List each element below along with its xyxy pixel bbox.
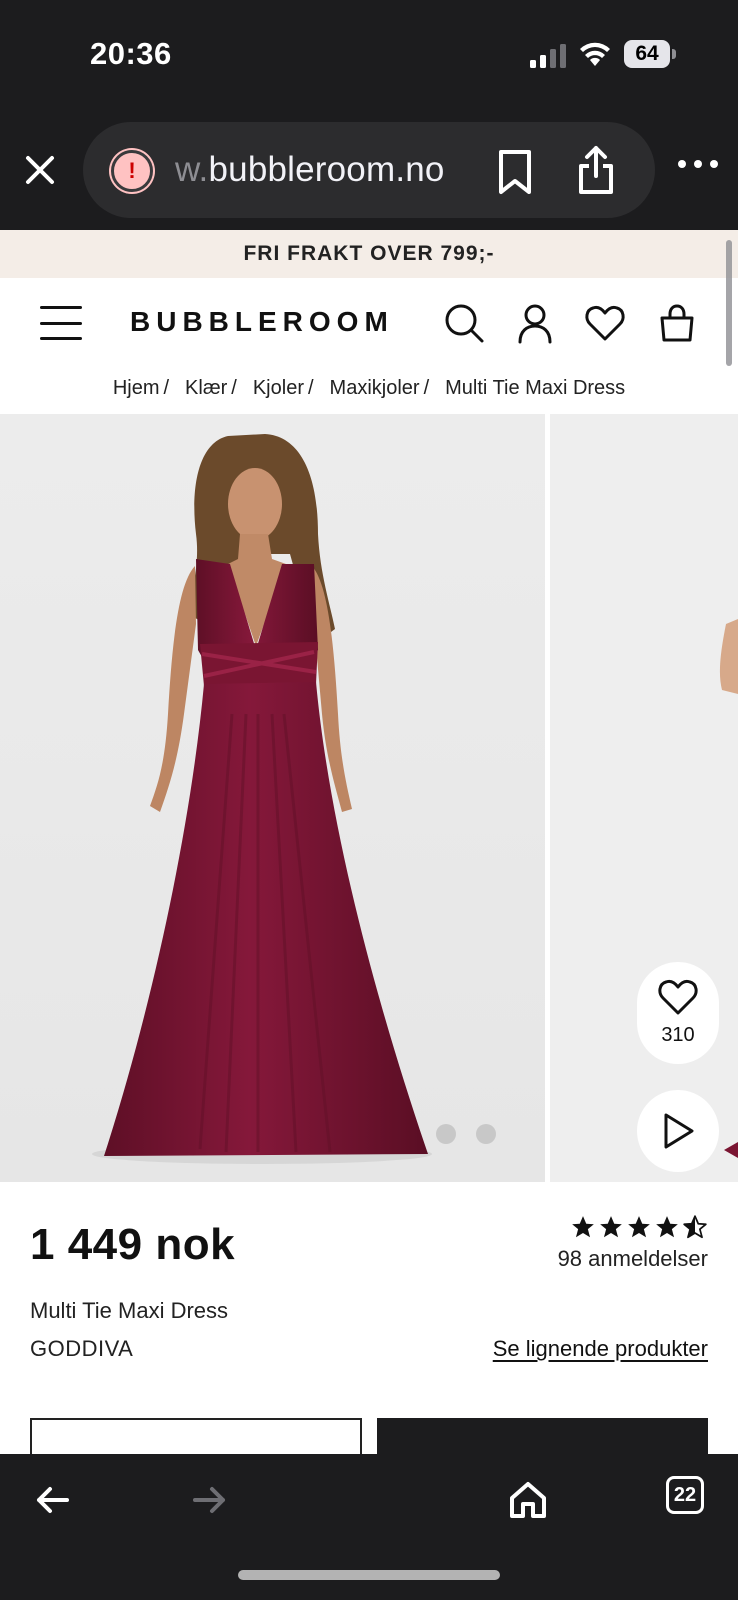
half-star-icon	[683, 1215, 707, 1239]
favorite-count: 310	[661, 1024, 695, 1046]
browser-address-bar: ! w.bubbleroom.no	[0, 110, 738, 230]
scrollbar[interactable]	[726, 240, 732, 366]
breadcrumb-separator: /	[231, 376, 237, 399]
account-icon[interactable]	[514, 302, 556, 344]
tabs-button[interactable]: 22	[666, 1476, 704, 1514]
play-video-button[interactable]	[637, 1090, 719, 1172]
more-dot	[694, 160, 702, 168]
breadcrumb-separator: /	[163, 376, 170, 399]
add-to-cart-button[interactable]	[377, 1418, 708, 1454]
close-icon	[26, 156, 54, 184]
more-options-button[interactable]	[678, 152, 718, 176]
back-arrow-icon	[37, 1487, 69, 1513]
url-field[interactable]: ! w.bubbleroom.no	[83, 122, 655, 218]
star-icon	[572, 1216, 594, 1238]
review-count[interactable]: 98 anmeldelser	[558, 1246, 708, 1272]
url-prefix: w.	[175, 150, 209, 189]
breadcrumb-item[interactable]: Maxikjoler	[326, 377, 424, 400]
warning-icon[interactable]: !	[111, 150, 153, 192]
status-time: 20:36	[90, 36, 172, 71]
site-header: BUBBLEROOM	[0, 278, 738, 368]
browser-toolbar: 22	[0, 1454, 738, 1600]
promo-banner: FRI FRAKT OVER 799;-	[0, 230, 738, 278]
product-image[interactable]	[0, 414, 545, 1182]
star-icon	[628, 1216, 650, 1238]
cellular-signal-icon	[530, 44, 566, 68]
breadcrumb-current: Multi Tie Maxi Dress	[445, 376, 626, 399]
close-button[interactable]	[20, 150, 60, 190]
url-domain: bubbleroom.no	[208, 150, 445, 189]
favorite-button[interactable]: 310	[637, 962, 719, 1064]
heart-icon[interactable]	[584, 302, 626, 344]
battery-indicator: 64	[624, 40, 676, 68]
url-text: w.bubbleroom.no	[175, 150, 445, 190]
star-icon	[600, 1216, 622, 1238]
play-icon	[664, 1113, 694, 1149]
menu-line	[40, 321, 82, 325]
forward-button[interactable]	[186, 1476, 234, 1524]
breadcrumb-separator: /	[423, 376, 430, 399]
search-icon[interactable]	[443, 302, 485, 344]
menu-icon[interactable]	[40, 306, 82, 340]
bag-icon[interactable]	[656, 302, 698, 344]
pagination-dot[interactable]	[436, 1124, 456, 1144]
breadcrumb-item[interactable]: Hjem	[109, 377, 164, 400]
back-button[interactable]	[28, 1476, 76, 1524]
site-logo[interactable]: BUBBLEROOM	[130, 306, 394, 338]
similar-products-link[interactable]: Se lignende produkter	[493, 1336, 708, 1362]
battery-level: 64	[624, 40, 670, 68]
dress-model-illustration	[92, 434, 432, 1164]
product-info: 1 449 nok 98 anmeldelser Multi Tie Maxi …	[0, 1182, 738, 1454]
product-brand[interactable]: GODDIVA	[30, 1336, 133, 1362]
home-indicator[interactable]	[238, 1570, 500, 1580]
menu-line	[40, 337, 82, 340]
gallery-pagination[interactable]	[436, 1124, 496, 1144]
more-dot	[710, 160, 718, 168]
breadcrumb-separator: /	[307, 376, 314, 399]
breadcrumb: Hjem / Klær / Kjoler / Maxikjoler / Multi Ti…	[0, 368, 738, 408]
product-name: Multi Tie Maxi Dress	[30, 1298, 229, 1323]
battery-tip	[672, 49, 676, 59]
status-bar: 20:36 64	[0, 0, 738, 110]
home-button[interactable]	[504, 1476, 552, 1524]
size-select-button[interactable]	[30, 1418, 362, 1454]
product-gallery[interactable]: 310	[0, 414, 738, 1182]
breadcrumb-item[interactable]: Klær	[181, 377, 231, 400]
bookmark-icon[interactable]	[495, 148, 535, 196]
phone-screen: 20:36 64 ! w.bubbleroom.no FRI FRAKT OVE…	[0, 0, 738, 1600]
heart-icon	[658, 979, 698, 1015]
wifi-icon	[580, 42, 610, 66]
menu-line	[40, 306, 82, 309]
star-rating[interactable]	[570, 1214, 708, 1240]
forward-arrow-icon	[193, 1487, 225, 1513]
star-icon	[656, 1216, 678, 1238]
breadcrumb-item[interactable]: Kjoler	[249, 377, 308, 400]
pagination-dot[interactable]	[476, 1124, 496, 1144]
product-price: 1 449 nok	[30, 1220, 236, 1269]
home-icon	[510, 1482, 546, 1518]
next-product-image[interactable]	[550, 414, 738, 1182]
web-page: FRI FRAKT OVER 799;- BUBBLEROOM Hjem / K…	[0, 230, 738, 1454]
next-image-preview	[719, 619, 738, 1158]
more-dot	[678, 160, 686, 168]
share-icon[interactable]	[575, 144, 617, 196]
